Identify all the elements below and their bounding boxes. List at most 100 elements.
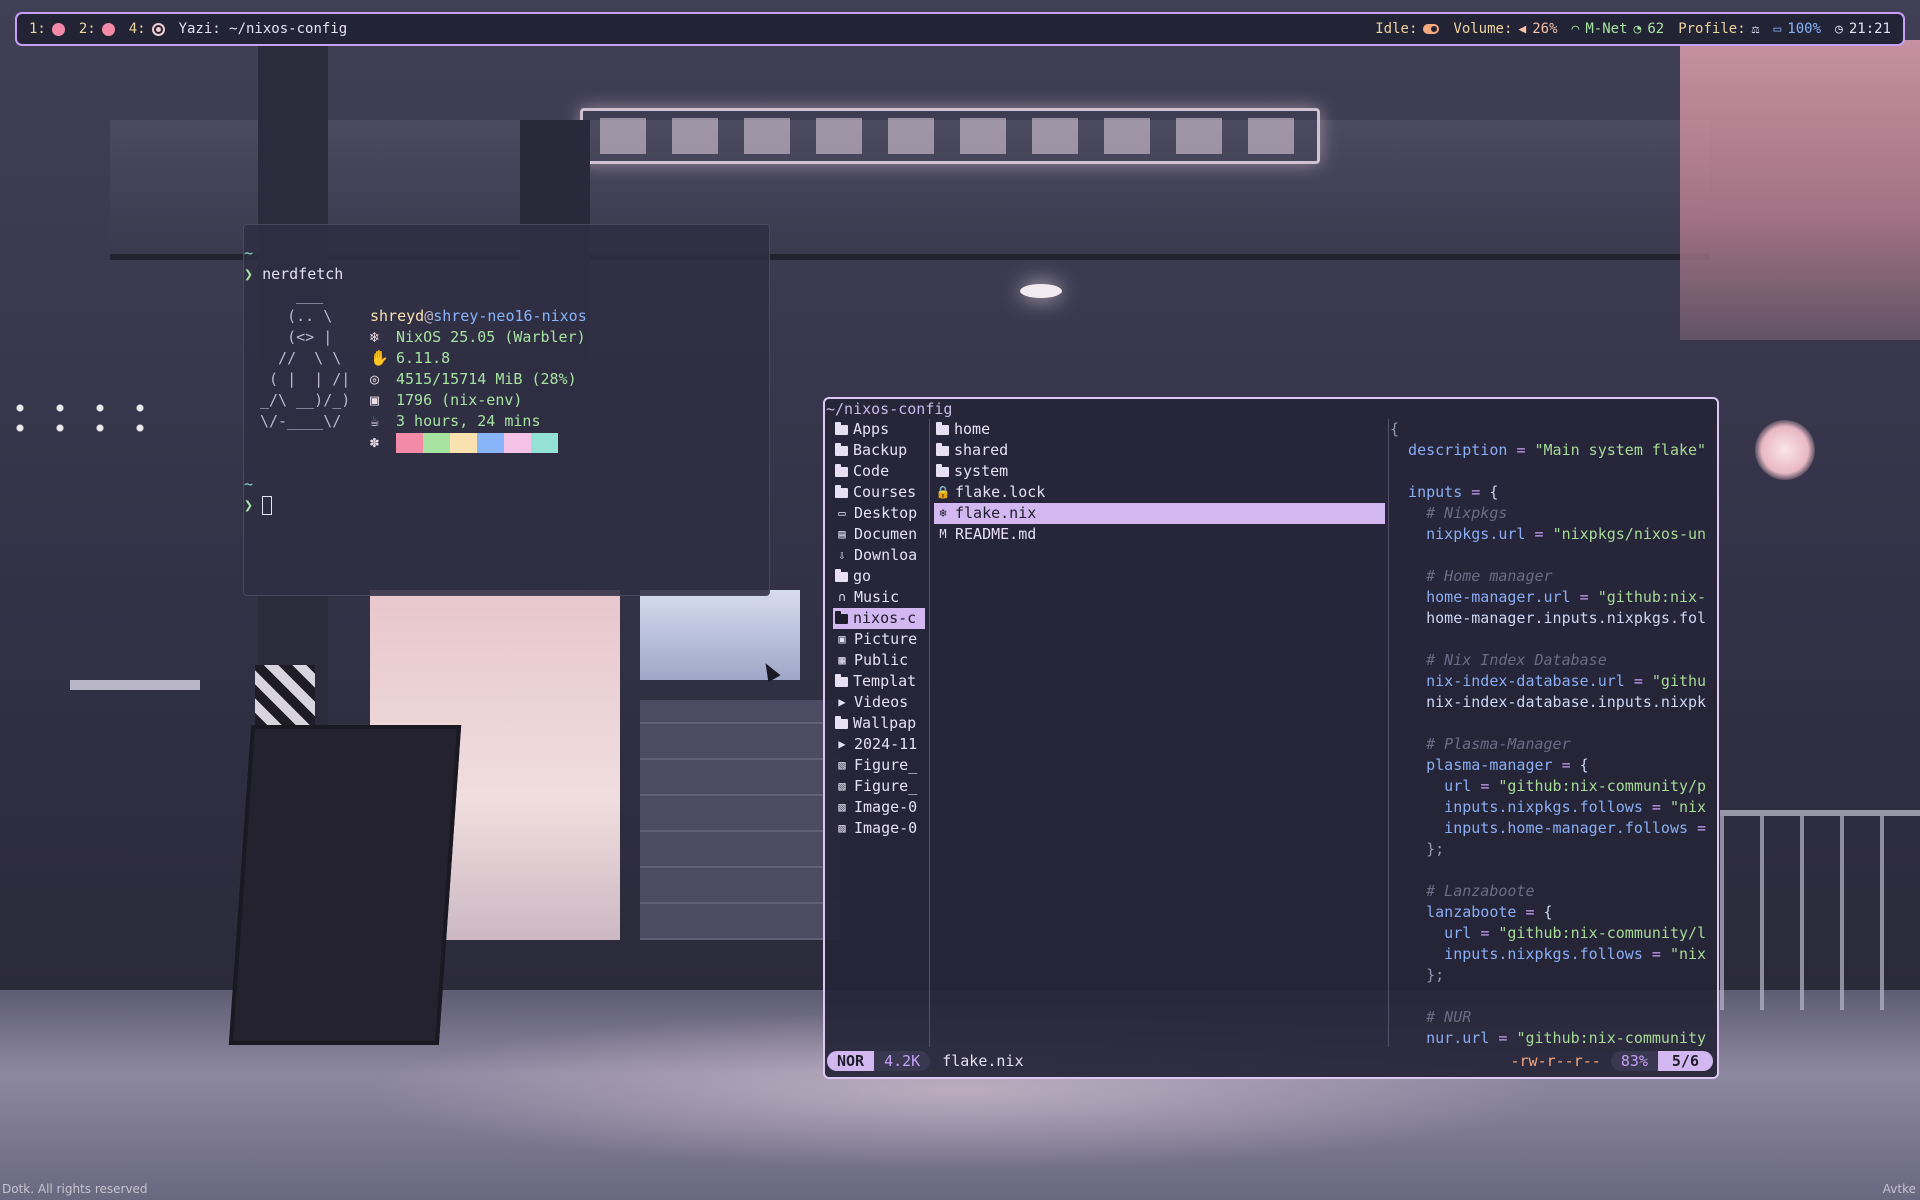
file-entry[interactable]: 🔒 flake.lock bbox=[934, 482, 1385, 503]
volume-value: 26% bbox=[1532, 21, 1558, 37]
terminal-window-nerdfetch[interactable]: ~ ❯ nerdfetch ___ (.. \ (<> | // \ \ ( |… bbox=[243, 224, 770, 596]
clock-icon: ◷ bbox=[1835, 21, 1843, 37]
file-entry-name: Documen bbox=[854, 525, 918, 543]
file-entry-name: Courses bbox=[853, 483, 917, 501]
info-palette: ✽ bbox=[370, 432, 558, 453]
hostname: shrey-neo16-nixos bbox=[433, 307, 587, 325]
image-icon: ▧ bbox=[838, 821, 846, 835]
topbar-left: 1: 2: 4: Yazi: ~/nixos-config bbox=[29, 21, 347, 37]
file-entry[interactable]: ▧ Figure_ bbox=[833, 755, 925, 776]
file-entry[interactable]: M README.md bbox=[934, 524, 1385, 545]
workspace-4-button[interactable]: 4: bbox=[129, 21, 165, 37]
yazi-file-manager-window[interactable]: ~/nixos-config Apps Backup Code Courses ▭ Des… bbox=[823, 397, 1719, 1079]
network-status[interactable]: ◠ M-Net ◔ 62 bbox=[1572, 21, 1665, 37]
folder-icon bbox=[936, 421, 949, 435]
file-preview-pane[interactable]: { description = "Main system flake" inpu… bbox=[1390, 419, 1717, 1047]
folder-icon bbox=[835, 715, 848, 729]
file-entry[interactable]: Apps bbox=[833, 419, 925, 440]
file-entry[interactable]: ▶ 2024-11 bbox=[833, 734, 925, 755]
folder-icon bbox=[835, 421, 848, 435]
desktop-icon: ▭ bbox=[838, 506, 846, 520]
wallpaper-railing bbox=[1720, 810, 1920, 1010]
workspace-1-button[interactable]: 1: bbox=[29, 21, 65, 37]
status-filename: flake.nix bbox=[942, 1052, 1024, 1070]
color-swatch bbox=[423, 432, 450, 453]
file-entry[interactable]: ▭ Desktop bbox=[833, 503, 925, 524]
file-entry-name: README.md bbox=[955, 525, 1037, 543]
file-entry[interactable]: go bbox=[833, 566, 925, 587]
file-entry-selected[interactable]: ❄ flake.nix bbox=[934, 503, 1385, 524]
file-entry-name: flake.lock bbox=[955, 483, 1046, 501]
file-entry[interactable]: ▦ Public bbox=[833, 650, 925, 671]
code-line: { bbox=[1390, 420, 1400, 438]
file-entry-name: 2024-11 bbox=[854, 735, 918, 753]
ascii-art-line: \/-____\/ bbox=[260, 412, 342, 430]
file-entry-name: shared bbox=[954, 441, 1009, 459]
wallpaper-credit: Dotk. All rights reserved bbox=[2, 1182, 148, 1196]
code-line: url = "github:nix-community/l bbox=[1390, 924, 1707, 942]
info-os: ❄ NixOS 25.05 (Warbler) bbox=[370, 328, 586, 346]
file-entry[interactable]: ▧ Image-0 bbox=[833, 818, 925, 839]
mode-indicator: NOR bbox=[827, 1051, 875, 1071]
file-entry-name: system bbox=[954, 462, 1009, 480]
file-entry-selected[interactable]: nixos-c bbox=[833, 608, 925, 629]
file-entry[interactable]: Code bbox=[833, 461, 925, 482]
code-line: lanzaboote = { bbox=[1390, 903, 1553, 921]
color-swatch bbox=[504, 432, 531, 453]
power-profile[interactable]: Profile: ⚖ bbox=[1678, 21, 1759, 37]
current-directory-column[interactable]: home shared system 🔒 flake.lock ❄ flake.nix M RE… bbox=[934, 419, 1385, 1047]
code-line: home-manager.url = "github:nix- bbox=[1390, 588, 1707, 606]
file-entry-name: Figure_ bbox=[854, 756, 918, 774]
file-entry[interactable]: Backup bbox=[833, 440, 925, 461]
file-entry[interactable]: system bbox=[934, 461, 1385, 482]
file-entry[interactable]: Templat bbox=[833, 671, 925, 692]
palette-icon: ✽ bbox=[370, 433, 380, 451]
circle-target-icon bbox=[151, 22, 165, 36]
info-uptime: ☕ 3 hours, 24 mins bbox=[370, 412, 541, 430]
file-entry[interactable]: ▧ Figure_ bbox=[833, 776, 925, 797]
wallpaper-signature: Avtke bbox=[1882, 1182, 1916, 1196]
parent-directory-column[interactable]: Apps Backup Code Courses ▭ Desktop ▤ Documen ⇩ Do… bbox=[833, 419, 925, 1047]
color-swatches bbox=[396, 432, 558, 453]
file-entry[interactable]: ▶ Videos bbox=[833, 692, 925, 713]
prompt-dir: ~ bbox=[244, 244, 254, 262]
cursor-position: 5/6 bbox=[1657, 1051, 1713, 1071]
ascii-art-line: (.. \ bbox=[260, 307, 333, 325]
volume-control[interactable]: Volume: ◀ 26% bbox=[1453, 21, 1557, 37]
color-swatch bbox=[450, 432, 477, 453]
code-line: nixpkgs.url = "nixpkgs/nixos-un bbox=[1390, 525, 1707, 543]
file-entry[interactable]: ▤ Documen bbox=[833, 524, 925, 545]
file-entry[interactable]: shared bbox=[934, 440, 1385, 461]
scroll-percent: 83% bbox=[1610, 1051, 1658, 1071]
code-line: nur.url = "github:nix-community bbox=[1390, 1029, 1707, 1047]
network-name: M-Net bbox=[1585, 21, 1628, 37]
code-preview: { description = "Main system flake" inpu… bbox=[1390, 419, 1717, 1047]
file-entry[interactable]: home bbox=[934, 419, 1385, 440]
input-line[interactable]: ❯ bbox=[244, 495, 273, 516]
toggle-on-icon bbox=[1423, 24, 1440, 34]
color-swatch bbox=[396, 432, 423, 453]
file-entry[interactable]: Courses bbox=[833, 482, 925, 503]
code-line: # Nixpkgs bbox=[1390, 504, 1508, 522]
file-entry[interactable]: ▧ Image-0 bbox=[833, 797, 925, 818]
balance-scale-icon: ⚖ bbox=[1751, 21, 1760, 37]
public-icon: ▦ bbox=[838, 653, 846, 667]
file-entry[interactable]: ⇩ Downloa bbox=[833, 545, 925, 566]
workspace-label: 1: bbox=[29, 21, 46, 37]
file-entry[interactable]: Wallpap bbox=[833, 713, 925, 734]
idle-inhibitor[interactable]: Idle: bbox=[1375, 21, 1440, 37]
code-line: nix-index-database.inputs.nixpk bbox=[1390, 693, 1707, 711]
file-entry-name: Figure_ bbox=[854, 777, 918, 795]
file-entry-name: nixos-c bbox=[853, 609, 917, 627]
code-line: inputs = { bbox=[1390, 483, 1499, 501]
file-entry-name: go bbox=[853, 567, 872, 585]
clock[interactable]: ◷ 21:21 bbox=[1835, 21, 1891, 37]
file-entry[interactable]: ∩ Music bbox=[833, 587, 925, 608]
speaker-icon: ◀ bbox=[1518, 21, 1527, 37]
workspace-2-button[interactable]: 2: bbox=[79, 21, 115, 37]
file-entry[interactable]: ▣ Picture bbox=[833, 629, 925, 650]
ascii-art-line: ( | | /| bbox=[260, 370, 351, 388]
wallpaper-chalkboard bbox=[228, 725, 462, 1045]
